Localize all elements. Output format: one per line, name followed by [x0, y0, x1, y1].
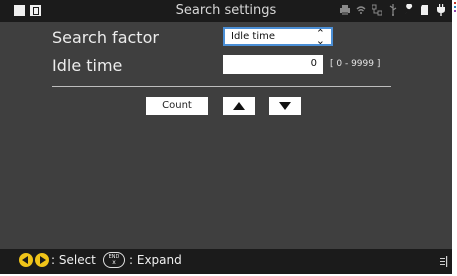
divider	[52, 86, 391, 87]
search-factor-value: Idle time	[231, 31, 275, 42]
right-key-icon	[35, 253, 49, 267]
sd-card-icon	[421, 5, 428, 15]
side-strip	[452, 0, 457, 276]
search-factor-label: Search factor	[52, 28, 159, 47]
menu-lines-icon	[440, 256, 448, 267]
end-key-icon: END x	[103, 252, 125, 268]
down-button[interactable]	[269, 97, 301, 115]
screen: Search settings Search factor Idle time …	[0, 0, 452, 274]
wifi-icon	[356, 6, 366, 14]
network-icon	[372, 4, 382, 16]
plug-icon	[437, 4, 445, 16]
idle-time-label: Idle time	[52, 56, 123, 75]
end-key-sub: x	[112, 259, 116, 266]
title-bar: Search settings	[0, 0, 452, 22]
select-hint: : Select	[51, 253, 96, 267]
wrench-icon	[405, 4, 413, 14]
left-key-icon	[19, 253, 33, 267]
idle-time-input[interactable]: 0	[223, 55, 323, 74]
up-button[interactable]	[223, 97, 255, 115]
down-arrow-icon	[279, 102, 291, 110]
idle-time-range: [ 0 - 9999 ]	[330, 59, 381, 69]
status-icons	[340, 4, 446, 16]
up-arrow-icon	[233, 102, 245, 110]
printer-icon	[340, 5, 350, 15]
footer-bar: : Select END x : Expand	[0, 249, 452, 274]
search-factor-select[interactable]: Idle time ⌃ ⌄	[223, 27, 333, 46]
idle-time-value: 0	[310, 58, 317, 69]
expand-hint: : Expand	[129, 253, 182, 267]
usb-icon	[389, 4, 397, 16]
updown-chevron-icon: ⌃ ⌄	[315, 27, 325, 47]
count-button[interactable]: Count	[146, 97, 208, 115]
